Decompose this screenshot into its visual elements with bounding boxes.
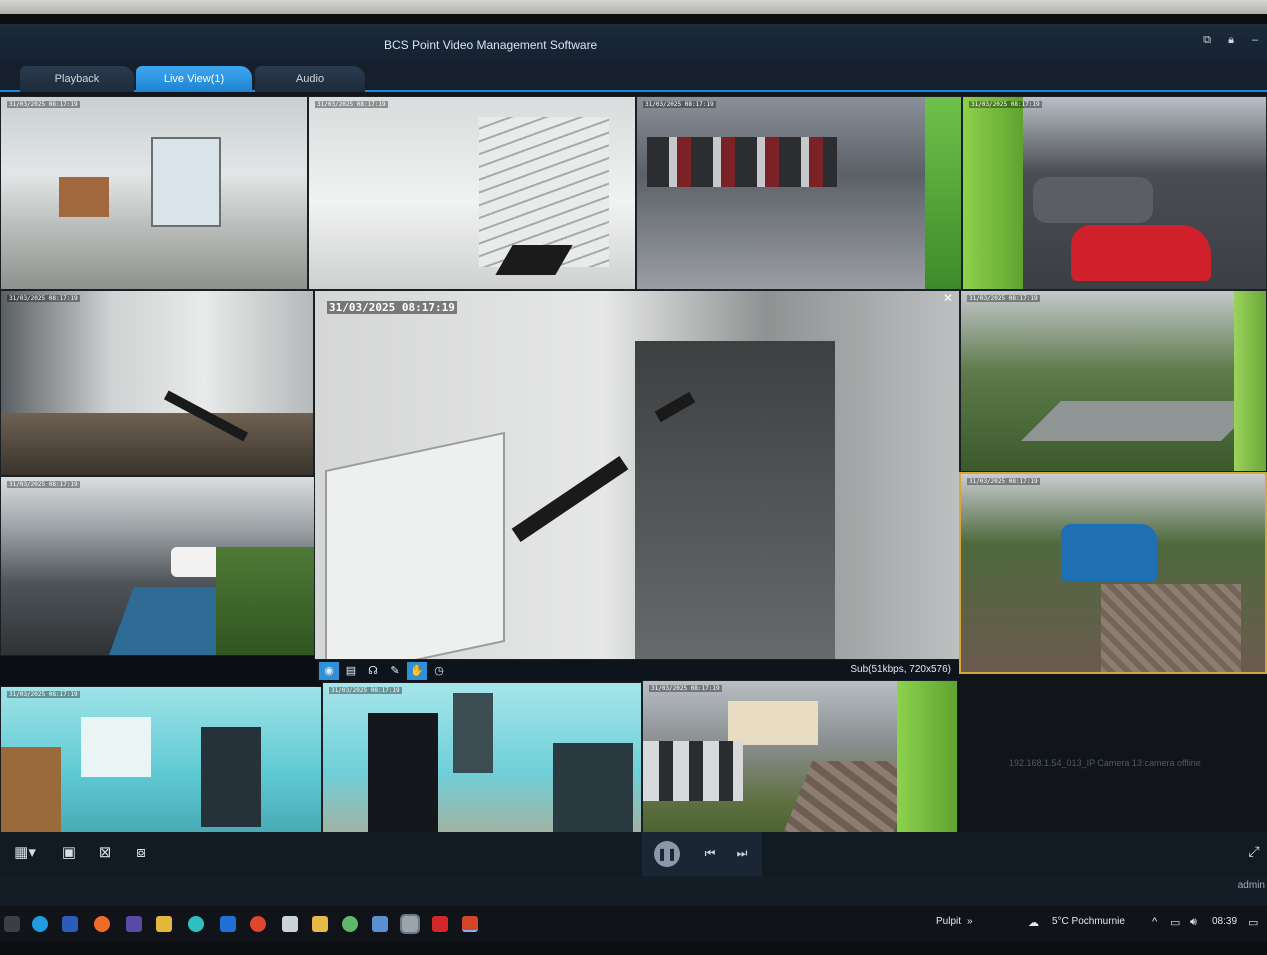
app-icon[interactable] [156,916,172,932]
stream-info: Sub(51kbps, 720x576) [850,664,951,675]
screen: BCS Point Video Management Software ⧉ 🔒︎… [0,24,1267,942]
camera-tile-parking-east[interactable]: 31/03/2025 08:17:19 [962,96,1267,290]
weather-icon: ☁ [1028,917,1039,929]
app-icon[interactable] [188,916,204,932]
current-user: admin [1237,880,1265,891]
close-icon[interactable]: ✕ [941,291,955,305]
camera-tile-parking-west[interactable]: 31/03/2025 08:17:19 [0,476,317,656]
grid-layout-icon[interactable]: ▦▾ [10,842,40,864]
camera-timestamp: 31/03/2025 08:17:19 [649,685,722,692]
camera-timestamp: 31/03/2025 08:17:19 [967,295,1040,302]
app-icon[interactable] [342,916,358,932]
snapshot-icon[interactable]: ◉ [319,662,339,680]
app-icon[interactable] [282,916,298,932]
weather-status[interactable]: 5°C Pochmurnie [1052,916,1125,927]
minimize-icon[interactable]: – [1249,34,1261,46]
explorer-icon[interactable] [312,916,328,932]
window-controls: ⧉ 🔒︎ – [1201,34,1261,46]
camera-timestamp: 31/03/2025 08:17:19 [7,481,80,488]
audio-icon[interactable]: ☊ [363,662,383,680]
start-icon[interactable] [4,916,20,932]
word-icon[interactable] [62,916,78,932]
app-icon[interactable] [432,916,448,932]
network-icon[interactable]: ▭ [1170,916,1180,929]
camera-timestamp: 31/03/2025 08:17:19 [315,101,388,108]
edge-icon[interactable] [32,916,48,932]
camera-timestamp: 31/03/2025 08:17:19 [967,478,1040,485]
onenote-icon[interactable] [126,916,142,932]
offline-message: 192.168.1.54_013_IP Camera 13:camera off… [1009,758,1201,768]
volume-icon[interactable]: 🔊︎ [1190,916,1197,929]
fullscreen-icon[interactable]: ⤢ [1245,842,1263,860]
camera-tile-corridor-a[interactable]: 31/03/2025 08:17:19 [0,290,314,476]
camera-tile-parking-north[interactable]: 31/03/2025 08:17:19 [636,96,962,290]
lock-icon[interactable]: 🔒︎ [1225,34,1237,46]
main-camera-timestamp: 31/03/2025 08:17:19 [327,301,457,314]
camera-tile-lobby[interactable]: 31/03/2025 08:17:19 [0,96,308,290]
camera-timestamp: 31/03/2025 08:17:19 [969,101,1042,108]
powerpoint-icon[interactable] [462,916,478,932]
camera-timestamp: 31/03/2025 08:17:19 [643,101,716,108]
playback-controls: ❚❚ ⏮ ⏭ [642,832,762,876]
vms-app-icon[interactable] [400,914,420,934]
camera-tile-parking-south[interactable]: 31/03/2025 08:17:19 [642,680,958,856]
windows-taskbar: Pulpit » ☁ 5°C Pochmurnie ^ ▭ 🔊︎ 08:39 ▭ [0,906,1267,942]
tab-audio[interactable]: Audio [255,66,365,92]
desktop-label[interactable]: Pulpit [936,916,961,927]
clock[interactable]: 08:39 [1212,916,1237,927]
toolbar-chevron[interactable]: » [967,916,973,927]
talk-icon[interactable]: ✎ [385,662,405,680]
instant-playback-icon[interactable]: ◷ [429,662,449,680]
capture-all-icon[interactable]: ⧇ [128,842,154,864]
camera-tile-main-corridor[interactable]: 31/03/2025 08:17:19 ✕ [314,290,960,660]
camera-tile-garden[interactable]: 31/03/2025 08:17:19 [960,290,1267,472]
window-layout-icon[interactable]: ▣ [56,842,82,864]
camera-toolbar: ◉ ▤ ☊ ✎ ✋ ◷ Sub(51kbps, 720x576) [317,660,959,682]
outlook-icon[interactable] [220,916,236,932]
close-all-icon[interactable]: ⊠ [92,842,118,864]
layout-icon[interactable]: ⧉ [1201,34,1213,46]
previous-icon[interactable]: ⏮ [702,844,718,862]
tab-live-view[interactable]: Live View(1) [136,66,252,92]
app-icon[interactable] [372,916,388,932]
title-bar: BCS Point Video Management Software ⧉ 🔒︎… [0,24,1267,64]
control-bar: ▦▾ ▣ ⊠ ⧇ ❚❚ ⏮ ⏭ ⤢ [0,832,1267,876]
app-title: BCS Point Video Management Software [384,38,598,52]
camera-tile-offline[interactable]: 192.168.1.54_013_IP Camera 13:camera off… [959,674,1267,850]
tab-playback[interactable]: Playback [20,66,134,92]
camera-timestamp: 31/03/2025 08:17:19 [7,295,80,302]
ptz-icon[interactable]: ✋ [407,662,427,680]
camera-timestamp: 31/03/2025 08:17:19 [7,101,80,108]
next-icon[interactable]: ⏭ [734,844,750,862]
pause-button[interactable]: ❚❚ [654,841,680,867]
chevron-up-icon[interactable]: ^ [1152,916,1157,928]
chrome-icon[interactable] [250,916,266,932]
camera-tile-driveway[interactable]: 31/03/2025 08:17:19 [959,472,1267,674]
firefox-icon[interactable] [94,916,110,932]
camera-timestamp: 31/03/2025 08:17:19 [329,687,402,694]
record-icon[interactable]: ▤ [341,662,361,680]
tab-bar: Playback Live View(1) Audio [0,62,1267,92]
status-strip: admin [0,876,1267,906]
video-grid: 31/03/2025 08:17:19 31/03/2025 08:17:19 … [0,96,1267,864]
notification-icon[interactable]: ▭ [1248,916,1258,929]
camera-tile-stairway[interactable]: 31/03/2025 08:17:19 [308,96,636,290]
camera-timestamp: 31/03/2025 08:17:19 [7,691,80,698]
